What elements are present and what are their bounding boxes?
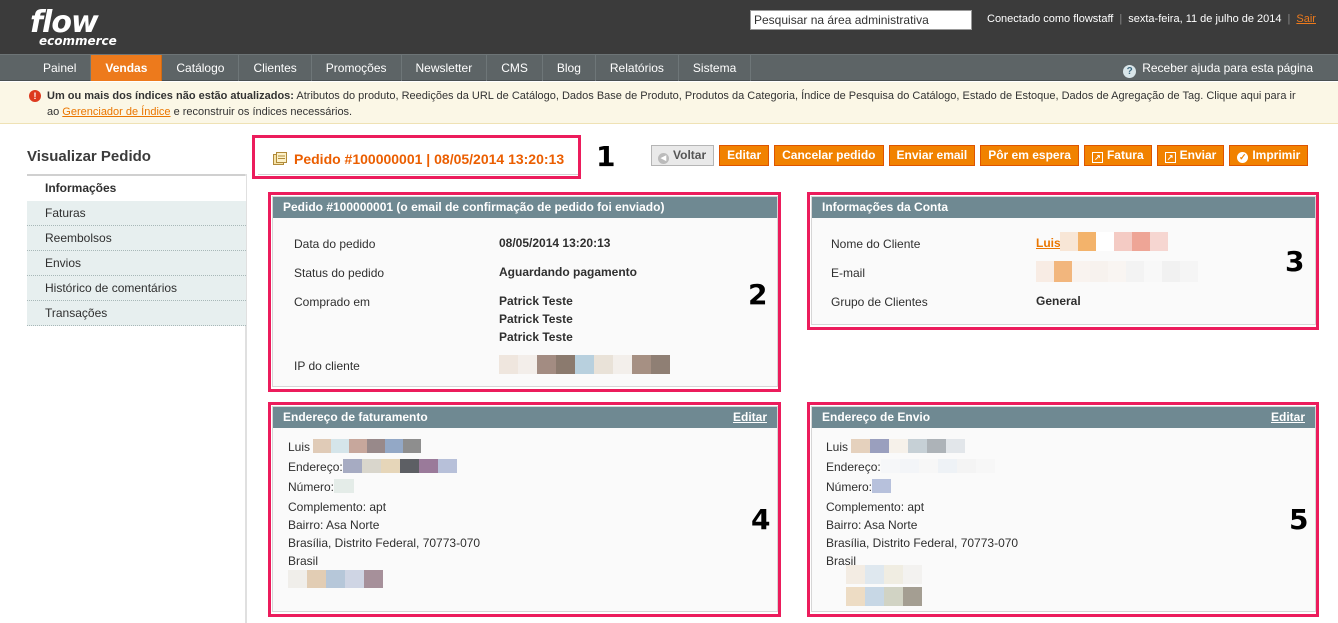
nav-vendas[interactable]: Vendas — [91, 55, 163, 81]
current-date: sexta-feira, 11 de julho de 2014 — [1128, 13, 1282, 25]
hold-button[interactable]: Pôr em espera — [980, 145, 1079, 166]
index-manager-link[interactable]: Gerenciador de Índice — [62, 106, 170, 118]
edit-order-button[interactable]: Editar — [719, 145, 770, 166]
order-actions: ◀ Voltar Editar Cancelar pedido Enviar em… — [651, 145, 1313, 167]
ship-icon: ↗ — [1164, 152, 1176, 163]
connected-user: Conectado como flowstaff — [987, 13, 1114, 25]
annotation-1: 1 — [596, 140, 616, 173]
invoice-icon: ↗ — [1091, 152, 1103, 163]
highlight-1-frame — [252, 135, 581, 179]
highlight-3-frame — [807, 192, 1319, 330]
nav-blog[interactable]: Blog — [543, 55, 596, 81]
annotation-4: 4 — [751, 503, 771, 536]
tab-envios[interactable]: Envios — [27, 251, 246, 276]
tab-informacoes[interactable]: Informações — [27, 176, 246, 201]
highlight-5-frame — [807, 402, 1319, 617]
main-nav: Painel Vendas Catálogo Clientes Promoçõe… — [0, 54, 1338, 81]
back-arrow-icon: ◀ — [658, 153, 669, 164]
annotation-5: 5 — [1289, 503, 1309, 536]
nav-sistema[interactable]: Sistema — [679, 55, 752, 81]
admin-search-input[interactable] — [750, 10, 972, 30]
order-tabs: Informações Faturas Reembolsos Envios Hi… — [27, 176, 246, 326]
nav-clientes[interactable]: Clientes — [239, 55, 312, 81]
cancel-order-button[interactable]: Cancelar pedido — [774, 145, 884, 166]
highlight-4-frame — [268, 402, 781, 617]
invoice-button[interactable]: ↗ Fatura — [1083, 145, 1152, 166]
annotation-2: 2 — [748, 278, 768, 311]
back-button[interactable]: ◀ Voltar — [651, 145, 715, 166]
tab-faturas[interactable]: Faturas — [27, 201, 246, 226]
notice-bold: Um ou mais dos índices não estão atualiz… — [47, 90, 294, 102]
nav-catalogo[interactable]: Catálogo — [162, 55, 240, 81]
nav-relatorios[interactable]: Relatórios — [596, 55, 679, 81]
help-icon: ? — [1123, 65, 1137, 78]
error-icon: ! — [29, 90, 41, 102]
flow-ecommerce-logo[interactable]: flow ecommerce — [30, 8, 117, 48]
help-link[interactable]: ? Receber ajuda para esta página — [1123, 55, 1313, 81]
highlight-2-frame — [268, 192, 781, 392]
print-button[interactable]: ✓ Imprimir — [1229, 145, 1309, 166]
nav-promocoes[interactable]: Promoções — [312, 55, 402, 81]
send-email-button[interactable]: Enviar email — [888, 145, 976, 166]
admin-header: flow ecommerce Conectado como flowstaff|… — [0, 0, 1338, 54]
check-icon: ✓ — [1237, 152, 1249, 163]
logout-link[interactable]: Sair — [1296, 13, 1316, 25]
tab-reembolsos[interactable]: Reembolsos — [27, 226, 246, 251]
sidebar-title: Visualizar Pedido — [27, 148, 151, 165]
tab-transacoes[interactable]: Transações — [27, 301, 246, 326]
nav-painel[interactable]: Painel — [29, 55, 92, 81]
header-user-info: Conectado como flowstaff | sexta-feira, 11… — [987, 13, 1316, 25]
nav-cms[interactable]: CMS — [487, 55, 543, 81]
ship-button[interactable]: ↗ Enviar — [1156, 145, 1225, 166]
notice-tail: e reconstruir os índices necessários. — [170, 106, 353, 118]
annotation-3: 3 — [1285, 245, 1305, 278]
index-notice: ! Um ou mais dos índices não estão atual… — [0, 82, 1338, 124]
tab-historico[interactable]: Histórico de comentários — [27, 276, 246, 301]
nav-newsletter[interactable]: Newsletter — [402, 55, 488, 81]
